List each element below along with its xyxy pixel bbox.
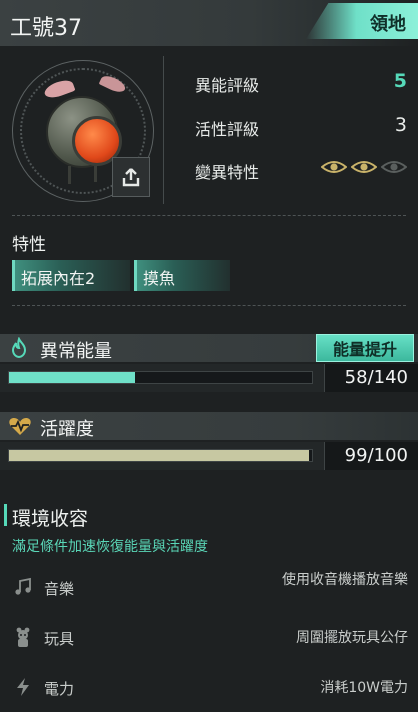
activity-value-box: 99/100 (324, 442, 418, 470)
environment-title: 環境收容 (12, 508, 89, 530)
environment-item-name: 音樂 (44, 580, 75, 598)
energy-boost-button[interactable]: 能量提升 (316, 334, 414, 362)
activity-header: 活躍度 (0, 412, 418, 440)
trait-label: 拓展內在2 (21, 269, 96, 288)
energy-label: 異常能量 (40, 341, 112, 362)
section-divider (12, 215, 406, 216)
environment-item-desc: 周圍擺放玩具公仔 (296, 630, 408, 646)
rating-ability-label: 異能評級 (195, 76, 260, 95)
activity-bar-fill (9, 450, 309, 461)
music-note-icon (12, 576, 34, 598)
environment-item-music: 音樂 使用收音機播放音樂 (0, 568, 418, 608)
energy-value-box: 58/140 (324, 364, 418, 392)
activity-label: 活躍度 (40, 419, 94, 440)
section-divider (12, 305, 406, 306)
environment-subtitle: 滿足條件加速恢復能量與活躍度 (12, 539, 208, 555)
unit-title: 工號37 (10, 16, 82, 41)
energy-boost-label: 能量提升 (332, 340, 397, 359)
environment-item-toy: 玩具 周圍擺放玩具公仔 (0, 618, 418, 658)
activity-bar (8, 449, 313, 462)
territory-tab-label: 領地 (370, 14, 406, 35)
territory-tab[interactable]: 領地 (306, 3, 418, 39)
portrait-divider (163, 56, 164, 204)
environment-item-desc: 使用收音機播放音樂 (282, 572, 408, 588)
rating-mutation-label: 變異特性 (195, 163, 260, 182)
lightning-icon (12, 676, 34, 698)
heartbeat-icon (9, 418, 31, 435)
rating-activity-value: 3 (394, 114, 407, 136)
rating-ability: 異能評級 5 (195, 70, 407, 96)
activity-value: 99/100 (344, 445, 408, 466)
creature-leg (94, 166, 97, 182)
eye-icon (351, 161, 377, 173)
environment-item-name: 電力 (44, 680, 75, 698)
trait-label: 摸魚 (143, 269, 176, 288)
trait-chip[interactable]: 拓展內在2 (12, 260, 130, 291)
toy-icon (12, 626, 34, 648)
environment-item-power: 電力 消耗10W電力 (0, 668, 418, 708)
eye-icon (321, 161, 347, 173)
activity-bar-row: 99/100 (0, 442, 418, 470)
creature-leg (68, 166, 71, 184)
rating-mutation: 變異特性 (195, 159, 407, 183)
eye-icon (381, 161, 407, 173)
energy-bar-fill (9, 372, 135, 383)
header-bar: 工號37 領地 (0, 0, 418, 46)
energy-bar-row: 58/140 (0, 364, 418, 392)
section-accent-bar (4, 504, 7, 526)
environment-item-desc: 消耗10W電力 (320, 680, 408, 696)
rating-activity-label: 活性評級 (195, 120, 260, 139)
share-icon (122, 168, 140, 187)
mutation-eyes (321, 159, 407, 175)
trait-chip[interactable]: 摸魚 (134, 260, 230, 291)
share-button[interactable] (112, 157, 150, 197)
flame-icon (11, 337, 27, 359)
traits-title: 特性 (12, 235, 46, 255)
energy-value: 58/140 (344, 367, 408, 388)
energy-bar (8, 371, 313, 384)
rating-ability-value: 5 (393, 70, 407, 92)
rating-activity: 活性評級 3 (195, 114, 407, 140)
environment-item-name: 玩具 (44, 630, 75, 648)
